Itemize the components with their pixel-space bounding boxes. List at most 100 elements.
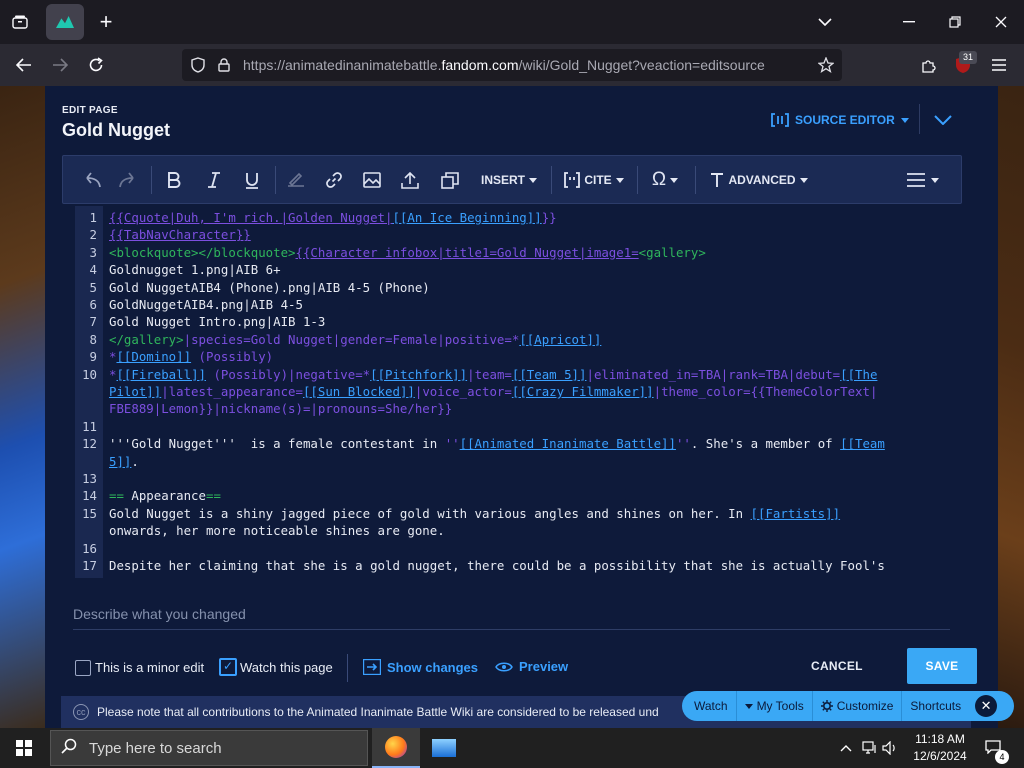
code-line[interactable]: 8 </gallery>|species=Gold Nugget|gender=F… — [75, 331, 950, 348]
source-editor-label: SOURCE EDITOR — [795, 113, 895, 127]
fandom-tools-bar: Watch My Tools Customize Shortcuts ✕ — [682, 691, 1014, 721]
minor-edit-label[interactable]: This is a minor edit — [95, 660, 204, 675]
code-token: Gold NuggetAIB4 (Phone).png|AIB 4-5 (Pho… — [109, 279, 430, 295]
url-text[interactable]: https://animatedinanimatebattle.fandom.c… — [243, 57, 765, 73]
gallery-icon[interactable] — [435, 164, 465, 196]
creative-commons-icon: cc — [73, 704, 89, 720]
back-button[interactable] — [9, 50, 39, 80]
italic-icon[interactable] — [199, 164, 229, 196]
watch-page-checkbox[interactable]: ✓ — [219, 658, 237, 676]
insert-menu-button[interactable]: INSERT — [477, 164, 541, 196]
code-token: [[Crazy Filmmaker]] — [511, 384, 654, 399]
source-editor-switch[interactable]: SOURCE EDITOR — [771, 112, 909, 128]
code-line[interactable]: 17 Despite her claiming that she is a gol… — [75, 557, 950, 574]
bookmark-star-icon[interactable] — [814, 49, 838, 81]
show-changes-button[interactable]: Show changes — [363, 659, 478, 675]
wikitext-editor[interactable]: 1 {{Cquote|Duh, I'm rich.|Golden Nugget|[… — [75, 206, 950, 578]
more-options-menu[interactable] — [903, 164, 943, 196]
code-line[interactable]: 6 GoldNuggetAIB4.png|AIB 4-5 — [75, 296, 950, 313]
caret-down-icon — [799, 177, 808, 183]
app-menu-icon[interactable] — [984, 50, 1014, 80]
address-bar[interactable]: https://animatedinanimatebattle.fandom.c… — [182, 49, 842, 81]
code-line[interactable]: 14 == Appearance== — [75, 487, 950, 504]
code-line[interactable]: 4 Goldnugget 1.png|AIB 6+ — [75, 261, 950, 278]
code-line[interactable]: FBE889|Lemon}}|nickname(s)=|pronouns=She… — [75, 400, 950, 417]
code-line[interactable]: 12 '''Gold Nugget''' is a female contesta… — [75, 435, 950, 452]
code-line[interactable]: 3 <blockquote></blockquote>{{Character in… — [75, 244, 950, 261]
reload-icon[interactable] — [81, 50, 111, 80]
close-toolsbar-icon[interactable]: ✕ — [975, 695, 998, 717]
code-line[interactable]: 11 — [75, 418, 950, 435]
photos-taskbar-button[interactable] — [420, 728, 468, 768]
code-line[interactable]: 5]]. — [75, 453, 950, 470]
customize-button[interactable]: Customize — [813, 691, 903, 721]
code-line[interactable]: 9 *[[Domino]] (Possibly) — [75, 348, 950, 365]
system-clock[interactable]: 11:18 AM 12/6/2024 — [900, 731, 980, 765]
code-line[interactable]: Pilot]]|latest_appearance=[[Sun Blocked]… — [75, 383, 950, 400]
cancel-button[interactable]: CANCEL — [811, 659, 863, 673]
special-character-button[interactable]: Ω — [645, 164, 685, 196]
image-icon[interactable] — [357, 164, 387, 196]
tab-list-chevron-icon[interactable] — [802, 0, 848, 44]
signature-icon[interactable] — [281, 164, 311, 196]
my-tools-button[interactable]: My Tools — [737, 691, 813, 721]
save-button[interactable]: SAVE — [907, 648, 977, 684]
watch-tool-button[interactable]: Watch — [682, 691, 737, 721]
code-line[interactable]: 13 — [75, 470, 950, 487]
page-title: Gold Nugget — [62, 120, 170, 140]
link-icon[interactable] — [319, 164, 349, 196]
forward-button[interactable] — [45, 50, 75, 80]
toolbar-separator — [695, 166, 696, 194]
minimize-button[interactable] — [886, 0, 932, 44]
tab-overview-icon[interactable] — [4, 7, 36, 37]
underline-icon[interactable] — [237, 164, 267, 196]
tracking-shield-icon[interactable] — [186, 49, 210, 81]
close-window-button[interactable] — [978, 0, 1024, 44]
clock-date: 12/6/2024 — [913, 749, 967, 763]
code-token: |voice_actor= — [414, 384, 512, 399]
bold-icon[interactable] — [159, 164, 189, 196]
restore-button[interactable] — [932, 0, 978, 44]
firefox-taskbar-button[interactable] — [372, 728, 420, 768]
code-token: '''Gold Nugget''' is a female contestant… — [109, 436, 445, 452]
new-tab-button[interactable]: + — [92, 8, 120, 36]
line-number: 6 — [89, 297, 97, 312]
extensions-puzzle-icon[interactable] — [914, 50, 944, 80]
preview-button[interactable]: Preview — [495, 659, 568, 674]
active-tab[interactable] — [46, 4, 84, 40]
code-line[interactable]: 15 Gold Nugget is a shiny jagged piece of… — [75, 505, 950, 522]
code-line[interactable]: 1 {{Cquote|Duh, I'm rich.|Golden Nugget|[… — [75, 209, 950, 226]
code-token: {{Cquote|Duh, I'm rich.|Golden Nugget| — [109, 210, 393, 225]
edit-summary-input[interactable]: Describe what you changed — [73, 606, 950, 630]
caret-down-icon — [900, 117, 909, 123]
taskbar-search[interactable]: Type here to search — [50, 730, 368, 766]
minor-edit-checkbox[interactable] — [75, 660, 91, 676]
network-icon[interactable] — [860, 728, 880, 768]
tray-overflow-chevron-icon[interactable] — [836, 728, 856, 768]
code-token: onwards, her more noticeable shines are … — [109, 523, 445, 539]
start-button[interactable] — [0, 728, 48, 768]
undo-icon[interactable] — [77, 164, 105, 196]
code-line[interactable]: 10 *[[Fireball]] (Possibly)|negative=*[[P… — [75, 366, 950, 383]
cite-menu-button[interactable]: CITE — [559, 164, 629, 196]
code-token: [[Domino]] — [116, 349, 192, 365]
volume-icon[interactable] — [880, 728, 900, 768]
code-line[interactable]: 7 Gold Nugget Intro.png|AIB 1-3 — [75, 313, 950, 330]
collapse-chevron-icon[interactable] — [931, 108, 955, 132]
code-line[interactable]: 5 Gold NuggetAIB4 (Phone).png|AIB 4-5 (Ph… — [75, 279, 950, 296]
lock-icon[interactable] — [212, 49, 236, 81]
line-number: 10 — [82, 366, 97, 382]
cite-quote-icon — [564, 172, 581, 188]
toolbar-separator — [151, 166, 152, 194]
code-line[interactable]: 16 — [75, 540, 950, 557]
watch-page-label[interactable]: Watch this page — [240, 660, 333, 675]
line-number: 7 — [89, 314, 97, 330]
code-token: FBE889|Lemon}}|nickname(s)=|pronouns=She… — [109, 401, 453, 417]
upload-icon[interactable] — [395, 164, 425, 196]
hamburger-icon — [907, 173, 925, 187]
code-line[interactable]: 2 {{TabNavCharacter}} — [75, 226, 950, 243]
shortcuts-button[interactable]: Shortcuts — [902, 691, 969, 721]
code-line[interactable]: onwards, her more noticeable shines are … — [75, 522, 950, 539]
redo-icon[interactable] — [115, 164, 143, 196]
advanced-menu-button[interactable]: ADVANCED — [707, 164, 811, 196]
